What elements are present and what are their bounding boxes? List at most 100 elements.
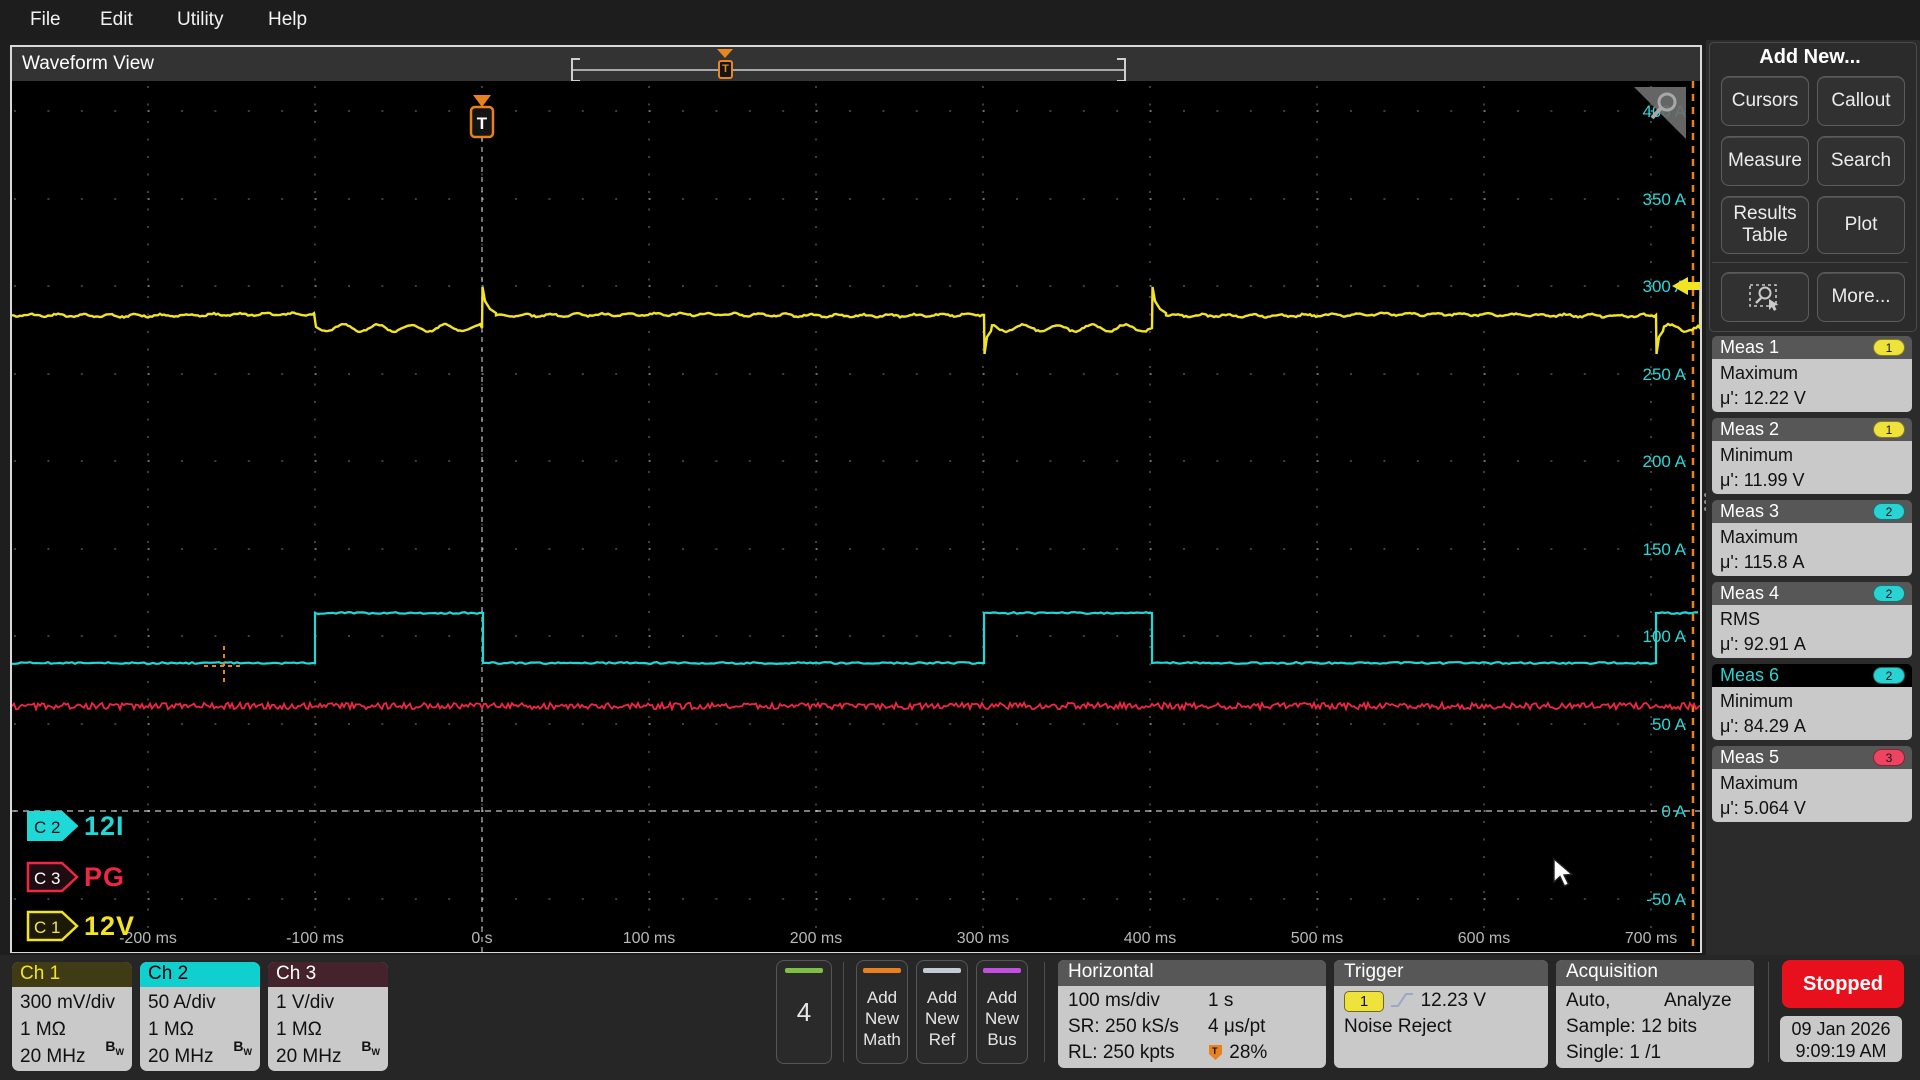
horizontal-position: T 28% — [1208, 1040, 1267, 1066]
zoom-select-icon — [1749, 284, 1779, 311]
meas-header[interactable]: Meas 1 1 — [1712, 336, 1912, 359]
meas-source-badge: 2 — [1873, 503, 1905, 520]
graticule-dots — [14, 86, 1686, 928]
menu-edit[interactable]: Edit — [100, 0, 133, 40]
channel-name: Ch 3 — [268, 962, 388, 987]
channel-tag-ch1[interactable]: C 1 12V — [26, 909, 135, 943]
add-new-bus-button[interactable]: Add New Bus — [976, 960, 1028, 1064]
zoom-select-button[interactable] — [1721, 272, 1809, 322]
meas-source-badge: 2 — [1873, 585, 1905, 602]
meas-card-meas-6[interactable]: Meas 6 2 Minimum μ': 84.29 A — [1712, 664, 1912, 740]
trigger-source-badge: 1 — [1344, 991, 1384, 1012]
y-axis-label: 100 A — [1643, 627, 1687, 646]
horizontal-rl: RL: 250 kpts — [1068, 1042, 1175, 1063]
meas-body: RMS μ': 92.91 A — [1712, 605, 1912, 658]
overview-right-bracket[interactable] — [1117, 58, 1126, 82]
svg-text:C 1: C 1 — [34, 918, 60, 937]
acquisition-title: Acquisition — [1556, 960, 1754, 986]
meas-value: μ': 115.8 A — [1720, 552, 1805, 572]
x-axis-label: 100 ms — [623, 930, 675, 947]
meas-header[interactable]: Meas 6 2 — [1712, 664, 1912, 687]
ch1-tag-label: 12V — [84, 910, 136, 941]
trigger-panel[interactable]: Trigger 1 12.23 V Noise Reject — [1334, 960, 1548, 1068]
button-label-line: Add — [926, 988, 958, 1007]
horizontal-sr: SR: 250 kS/s — [1068, 1016, 1179, 1037]
search-button[interactable]: Search — [1817, 136, 1905, 186]
horizontal-window: 1 s — [1208, 990, 1234, 1011]
meas-value: μ': 12.22 V — [1720, 388, 1806, 408]
trigger-flag[interactable]: T — [469, 95, 495, 139]
meas-stat: RMS — [1720, 609, 1760, 629]
run-stop-status[interactable]: Stopped — [1782, 960, 1904, 1008]
meas-body: Maximum μ': 115.8 A — [1712, 523, 1912, 576]
cursors-button[interactable]: Cursors — [1721, 76, 1809, 126]
meas-source-badge: 2 — [1873, 667, 1905, 684]
button-label-line: New — [984, 1009, 1019, 1028]
x-axis-label: -100 ms — [286, 930, 344, 947]
results-table-button[interactable]: Results Table — [1721, 196, 1809, 254]
acquisition-panel[interactable]: Acquisition Auto, Sample: 12 bits Single… — [1556, 960, 1754, 1068]
measure-button[interactable]: Measure — [1721, 136, 1809, 186]
svg-text:T: T — [477, 114, 488, 133]
overview-pan-bar[interactable] — [573, 69, 1126, 71]
button-label-line: Math — [863, 1030, 901, 1049]
trigger-mode: Noise Reject — [1344, 1016, 1452, 1037]
channel-settings: 50 A/div 1 MΩ 20 MHz BW — [140, 987, 260, 1070]
plot-button[interactable]: Plot — [1817, 196, 1905, 254]
horizontal-res: 4 μs/pt — [1208, 1016, 1266, 1037]
channel-tag-ch3[interactable]: C 3 PG — [26, 860, 125, 894]
y-axis-label: 150 A — [1643, 540, 1687, 559]
overview-trigger-flag-icon[interactable]: T — [718, 60, 733, 79]
x-axis-label: 300 ms — [957, 930, 1009, 947]
offset-marker-cross — [204, 646, 244, 686]
meas-name: Meas 5 — [1720, 747, 1780, 767]
meas-source-badge: 3 — [1873, 749, 1905, 766]
meas-card-meas-4[interactable]: Meas 4 2 RMS μ': 92.91 A — [1712, 582, 1912, 658]
waveform-view: Waveform View T 400 A350 A300 A250 A200 … — [10, 45, 1715, 953]
meas-stat: Minimum — [1720, 691, 1794, 711]
meas-header[interactable]: Meas 5 3 — [1712, 746, 1912, 769]
meas-stat: Maximum — [1720, 773, 1799, 793]
callout-button[interactable]: Callout — [1817, 76, 1905, 126]
add-new-ref-button[interactable]: Add New Ref — [916, 960, 968, 1064]
meas-card-meas-1[interactable]: Meas 1 1 Maximum μ': 12.22 V — [1712, 336, 1912, 412]
meas-card-meas-2[interactable]: Meas 2 1 Minimum μ': 11.99 V — [1712, 418, 1912, 494]
menu-help[interactable]: Help — [268, 0, 307, 40]
overview-left-bracket[interactable] — [571, 58, 580, 82]
meas-card-meas-5[interactable]: Meas 5 3 Maximum μ': 5.064 V — [1712, 746, 1912, 822]
separator — [1044, 962, 1045, 1062]
trigger-title: Trigger — [1334, 960, 1548, 986]
datetime-badge[interactable]: 09 Jan 2026 9:09:19 AM — [1780, 1016, 1902, 1062]
horizontal-panel[interactable]: Horizontal 100 ms/div SR: 250 kS/s RL: 2… — [1058, 960, 1326, 1068]
menu-file[interactable]: File — [30, 0, 61, 40]
meas-body: Maximum μ': 12.22 V — [1712, 359, 1912, 412]
meas-name: Meas 6 — [1720, 665, 1780, 685]
channel-badge-ch-2[interactable]: Ch 2 50 A/div 1 MΩ 20 MHz BW — [140, 962, 260, 1071]
time-label: 9:09:19 AM — [1795, 1041, 1887, 1061]
color-bar — [923, 968, 961, 973]
add-new-math-button[interactable]: Add New Math — [856, 960, 908, 1064]
channel-scale: 50 A/div — [148, 992, 216, 1013]
meas-header[interactable]: Meas 2 1 — [1712, 418, 1912, 441]
acquisition-single: Single: 1 /1 — [1566, 1042, 1662, 1063]
add-new-title: Add New... — [1759, 46, 1861, 68]
channel-badge-ch-3[interactable]: Ch 31 V/div 1 MΩ 20 MHz BW — [268, 962, 388, 1071]
meas-stat: Minimum — [1720, 445, 1794, 465]
channel-settings: 1 V/div 1 MΩ 20 MHz BW — [268, 987, 388, 1070]
channel-badge-ch-1[interactable]: Ch 1 300 mV/div 1 MΩ 20 MHz BW — [12, 962, 132, 1071]
channel4-button[interactable]: 4 — [776, 960, 832, 1064]
meas-header[interactable]: Meas 4 2 — [1712, 582, 1912, 605]
waveform-plot[interactable]: 400 A350 A300 A250 A200 A150 A100 A50 A0… — [11, 81, 1715, 952]
ch2-tag-icon: C 2 — [27, 811, 79, 841]
more-button[interactable]: More... — [1817, 272, 1905, 322]
channel-tag-ch2[interactable]: C 2 12I — [26, 809, 125, 843]
color-bar — [983, 968, 1021, 973]
meas-header[interactable]: Meas 3 2 — [1712, 500, 1912, 523]
ch3-tag-label: PG — [84, 861, 126, 892]
menu-utility[interactable]: Utility — [177, 0, 223, 40]
button-label-line: Ref — [928, 1030, 956, 1049]
scope-graticule: 400 A350 A300 A250 A200 A150 A100 A50 A0… — [11, 81, 1715, 952]
channel-scale: 300 mV/div — [20, 992, 116, 1013]
waveform-view-title: Waveform View — [22, 53, 154, 74]
meas-card-meas-3[interactable]: Meas 3 2 Maximum μ': 115.8 A — [1712, 500, 1912, 576]
